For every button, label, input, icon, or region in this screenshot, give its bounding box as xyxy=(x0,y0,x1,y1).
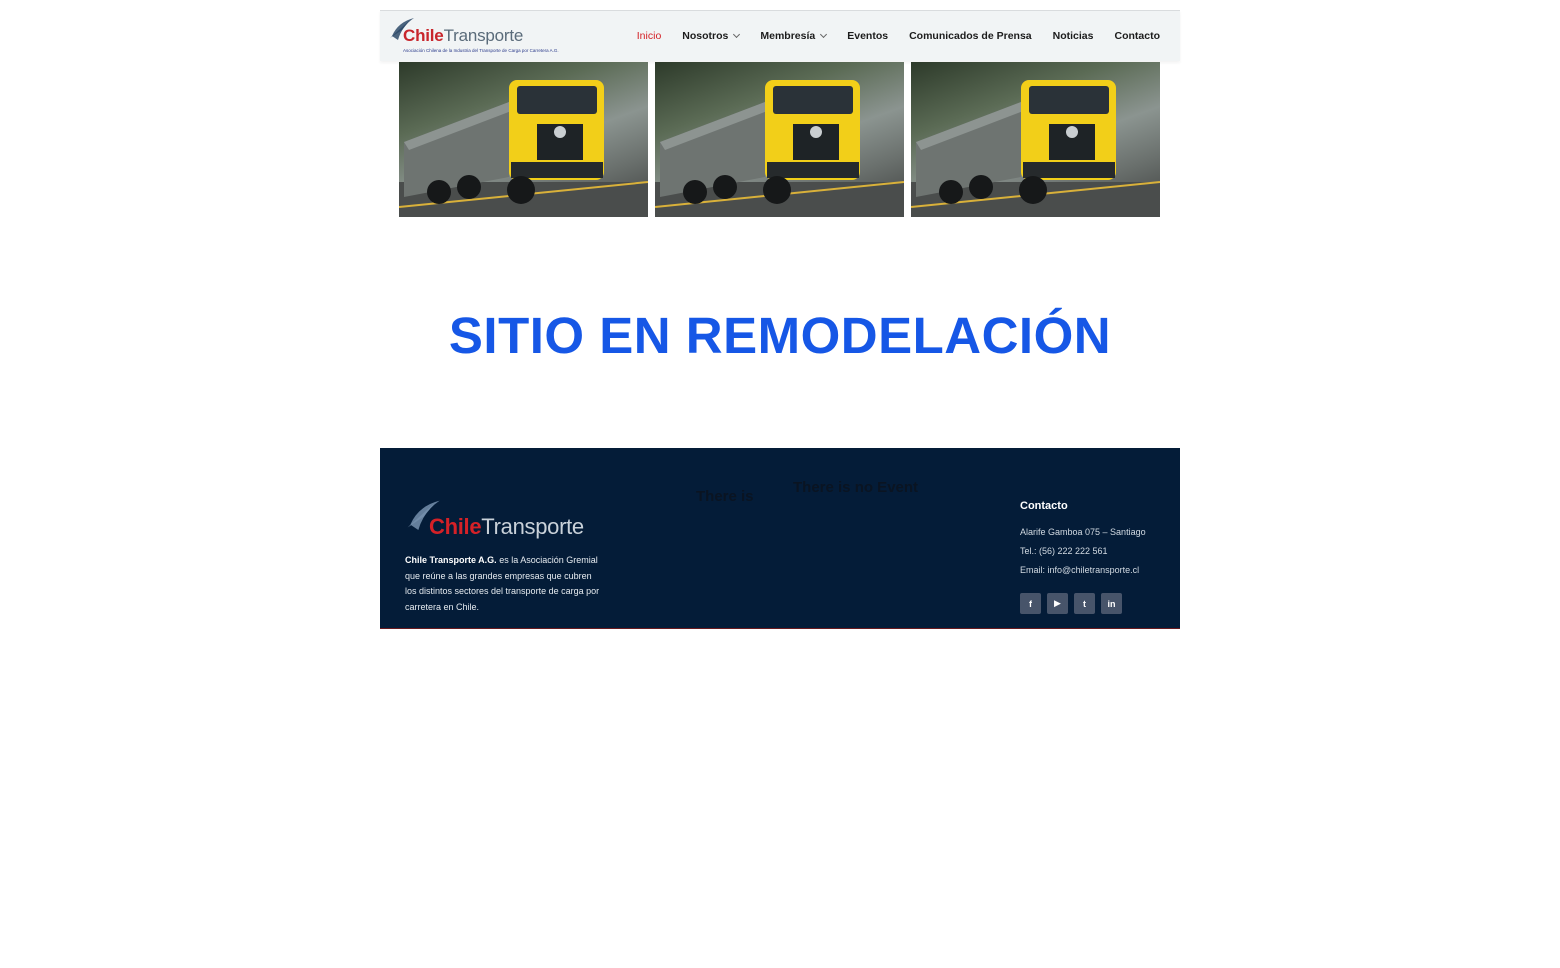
chevron-down-icon xyxy=(820,30,828,39)
events-empty-text: There is xyxy=(696,488,754,505)
truck-image xyxy=(655,62,904,217)
footer-description-bold: Chile Transporte A.G. xyxy=(405,555,497,565)
nav-item-eventos[interactable]: Eventos xyxy=(847,30,888,42)
logo-text: ChileTransporte xyxy=(403,26,524,45)
footer-contact: Contacto Alarife Gamboa 075 – Santiago T… xyxy=(1020,500,1146,580)
footer-description: Chile Transporte A.G. es la Asociación G… xyxy=(405,553,605,615)
truck-image xyxy=(911,62,1160,217)
contact-phone: Tel.: (56) 222 222 561 xyxy=(1020,546,1108,556)
linkedin-icon[interactable]: in xyxy=(1101,593,1122,614)
youtube-icon[interactable]: ▶ xyxy=(1047,593,1068,614)
contact-address: Alarife Gamboa 075 – Santiago xyxy=(1020,527,1146,537)
footer-logo-text: ChileTransporte xyxy=(429,514,584,539)
footer-logo[interactable]: ChileTransporte xyxy=(405,498,605,543)
main-nav: Inicio Nosotros Membresía Eventos Comuni… xyxy=(616,11,1160,61)
site-header: ChileTransporte Asociación Chilena de la… xyxy=(380,10,1180,61)
logo-tagline: Asociación Chilena de la Industria del T… xyxy=(403,48,559,53)
nav-item-contacto[interactable]: Contacto xyxy=(1115,30,1161,42)
nav-item-membresia[interactable]: Membresía xyxy=(760,30,828,42)
nav-item-inicio[interactable]: Inicio xyxy=(637,30,662,42)
contact-title: Contacto xyxy=(1020,500,1068,512)
site-logo[interactable]: ChileTransporte Asociación Chilena de la… xyxy=(388,16,559,56)
contact-email[interactable]: Email: info@chiletransporte.cl xyxy=(1020,561,1146,580)
events-empty-text: There is no Event xyxy=(793,479,919,496)
nav-item-nosotros[interactable]: Nosotros xyxy=(682,30,741,42)
nav-item-comunicados[interactable]: Comunicados de Prensa xyxy=(909,30,1032,42)
site-footer: ChileTransporte Chile Transporte A.G. es… xyxy=(380,448,1180,629)
twitter-icon[interactable]: t xyxy=(1074,593,1095,614)
nav-item-noticias[interactable]: Noticias xyxy=(1053,30,1094,42)
page-title: SITIO EN REMODELACIÓN xyxy=(448,307,1112,364)
facebook-icon[interactable]: f xyxy=(1020,593,1041,614)
truck-gallery xyxy=(399,62,1160,217)
social-links: f ▶ t in xyxy=(1020,593,1122,614)
truck-image xyxy=(399,62,648,217)
chevron-down-icon xyxy=(733,30,741,39)
